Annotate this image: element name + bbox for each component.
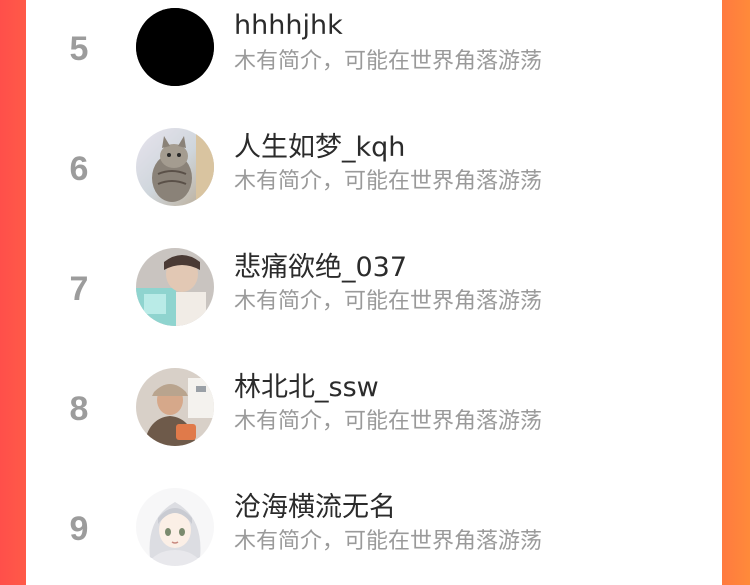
rank-number: 6	[69, 150, 89, 188]
cat-avatar-icon	[136, 128, 214, 206]
person-cap-avatar-icon	[136, 368, 214, 446]
user-name[interactable]: 人生如梦_kqh	[234, 132, 405, 164]
user-bio: 木有简介，可能在世界角落游荡	[234, 529, 543, 554]
person-teal-avatar-icon	[136, 248, 214, 326]
list-item[interactable]: 5 hhhhjhk 木有简介，可能在世界角落游荡	[26, 0, 722, 120]
user-name[interactable]: 悲痛欲绝_037	[234, 252, 407, 284]
rank-number: 5	[69, 30, 89, 68]
user-bio: 木有简介，可能在世界角落游荡	[234, 409, 543, 434]
user-name[interactable]: 沧海横流无名	[234, 492, 396, 524]
list-item[interactable]: 6 人生如梦_kqh 木有简介，可能在世界角落游荡	[26, 120, 722, 240]
ranking-list: 5 hhhhjhk 木有简介，可能在世界角落游荡 6 人生如梦_kqh 木有简介…	[26, 0, 722, 585]
user-bio: 木有简介，可能在世界角落游荡	[234, 169, 543, 194]
rank-number: 8	[69, 390, 89, 428]
avatar[interactable]	[136, 8, 214, 86]
user-name[interactable]: 林北北_ssw	[234, 372, 379, 404]
rank-number: 9	[69, 510, 89, 548]
avatar[interactable]	[136, 368, 214, 446]
anime-girl-avatar-icon	[136, 488, 214, 566]
rank-number: 7	[69, 270, 89, 308]
avatar[interactable]	[136, 128, 214, 206]
avatar[interactable]	[136, 248, 214, 326]
black-circle-avatar-icon	[136, 8, 214, 86]
user-bio: 木有简介，可能在世界角落游荡	[234, 289, 543, 314]
user-bio: 木有简介，可能在世界角落游荡	[234, 49, 543, 74]
list-item[interactable]: 7 悲痛欲绝_037 木有简介，可能在世界角落游荡	[26, 240, 722, 360]
list-item[interactable]: 9 沧海横流无名 木有简介，可能在世界角落游荡	[26, 480, 722, 585]
avatar[interactable]	[136, 488, 214, 566]
user-name[interactable]: hhhhjhk	[234, 10, 343, 42]
list-item[interactable]: 8 林北北_ssw 木有简介，可能在世界角落游荡	[26, 360, 722, 480]
